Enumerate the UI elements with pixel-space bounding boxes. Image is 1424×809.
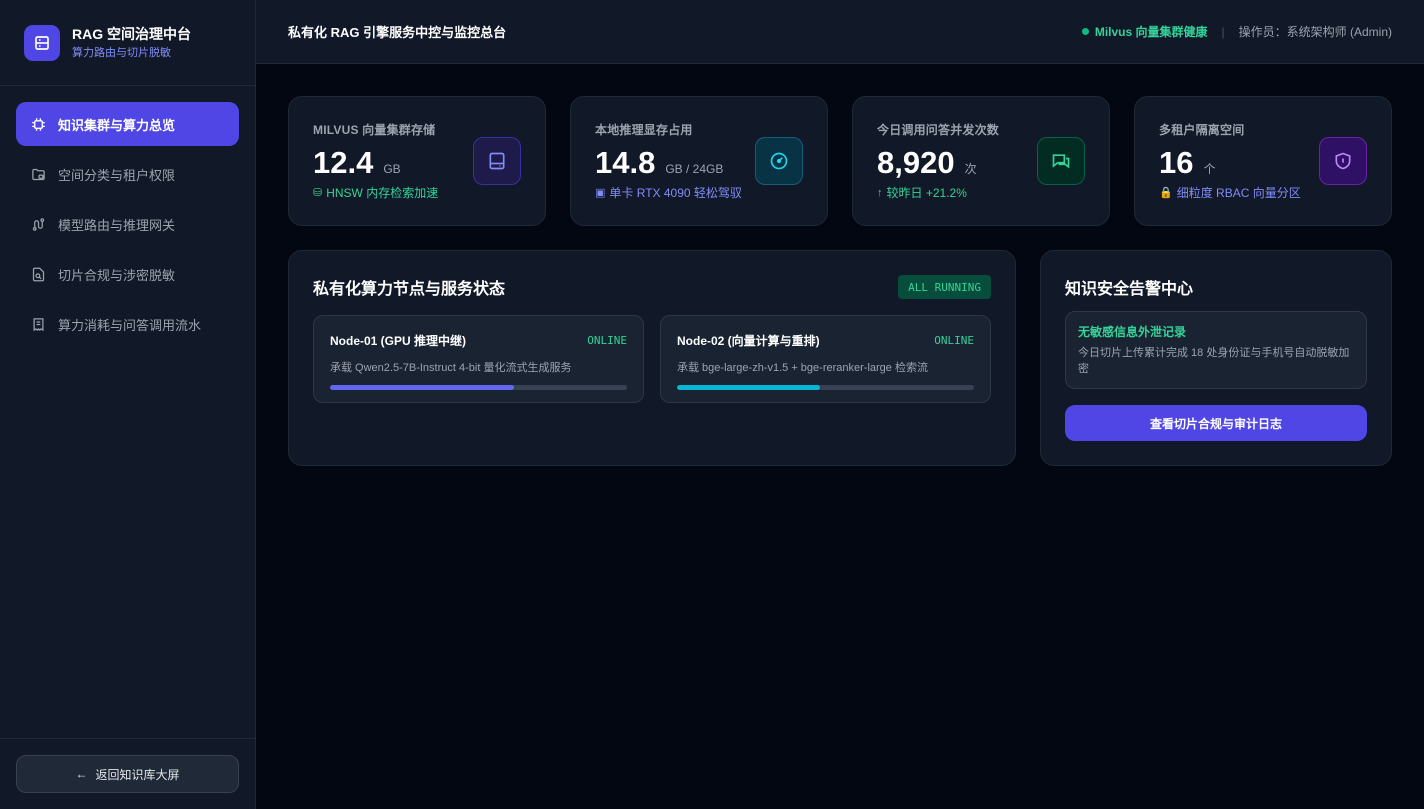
- view-audit-log-button[interactable]: 查看切片合规与审计日志: [1065, 405, 1367, 441]
- stat-value: 16: [1159, 145, 1194, 180]
- lock-icon: 🔒: [1159, 187, 1173, 199]
- stat-note: ⛁ HNSW 内存检索加速: [313, 184, 521, 201]
- stat-note: ▣ 单卡 RTX 4090 轻松驾驭: [595, 184, 803, 201]
- stat-note: ↑ 较昨日 +21.2%: [877, 184, 1085, 201]
- stat-note-text: 单卡 RTX 4090 轻松驾驭: [609, 186, 742, 200]
- stat-unit: 个: [1203, 162, 1216, 176]
- shield-icon: [1319, 137, 1367, 185]
- sidebar: RAG 空间治理中台 算力路由与切片脱敏 知识集群与算力总览 空间分类与租户权限…: [0, 0, 256, 809]
- alert-item: 无敏感信息外泄记录 今日切片上传累计完成 18 处身份证与手机号自动脱敏加密: [1065, 311, 1367, 389]
- node-name: Node-01 (GPU 推理中继): [330, 334, 467, 348]
- stat-note-text: 较昨日 +21.2%: [886, 186, 967, 200]
- header-separator: |: [1221, 24, 1225, 39]
- back-to-dashboard-button[interactable]: ← 返回知识库大屏: [16, 755, 239, 793]
- stat-value: 8,920: [877, 145, 955, 180]
- panel-title: 知识安全告警中心: [1065, 281, 1194, 298]
- sidebar-item-label: 切片合规与涉密脱敏: [58, 267, 176, 283]
- chat-icon: [1037, 137, 1085, 185]
- arrow-left-icon: ←: [75, 767, 88, 781]
- stat-note-text: HNSW 内存检索加速: [326, 186, 439, 200]
- node-status: ONLINE: [934, 334, 974, 347]
- health-dot-icon: [1081, 28, 1089, 35]
- receipt-icon: [30, 316, 46, 332]
- stat-card-milvus-storage: MILVUS 向量集群存储 12.4 GB ⛁ HNSW 内存检索加速: [288, 96, 546, 226]
- stat-label: 多租户隔离空间: [1159, 123, 1245, 137]
- operator-info: 操作员：系统架构师 (Admin): [1238, 25, 1392, 39]
- route-icon: [30, 216, 46, 232]
- sidebar-item-overview[interactable]: 知识集群与算力总览: [16, 102, 239, 146]
- top-bar: 私有化 RAG 引擎服务中控与监控总台 Milvus 向量集群健康 | 操作员：…: [256, 0, 1424, 64]
- alert-title: 无敏感信息外泄记录: [1078, 325, 1187, 339]
- compute-nodes-panel: 私有化算力节点与服务状态 ALL RUNNING Node-01 (GPU 推理…: [288, 250, 1016, 466]
- sidebar-item-label: 知识集群与算力总览: [58, 117, 176, 133]
- stat-note-text: 细粒度 RBAC 向量分区: [1176, 186, 1301, 200]
- stat-unit: 次: [964, 162, 977, 176]
- stat-label: 本地推理显存占用: [595, 123, 693, 137]
- sidebar-nav: 知识集群与算力总览 空间分类与租户权限 模型路由与推理网关 切片合规与涉密脱敏 …: [0, 86, 255, 368]
- file-scan-icon: [30, 266, 46, 282]
- node-status: ONLINE: [587, 334, 627, 347]
- gauge-icon: [755, 137, 803, 185]
- stat-unit: GB: [383, 162, 401, 176]
- brand-title: RAG 空间治理中台: [72, 25, 191, 42]
- stat-value: 14.8: [595, 145, 656, 180]
- stat-label: MILVUS 向量集群存储: [313, 123, 436, 137]
- node-load-fill: [330, 385, 515, 390]
- folder-lock-icon: [30, 166, 46, 182]
- brand-subtitle: 算力路由与切片脱敏: [72, 46, 171, 59]
- stat-card-gpu-memory: 本地推理显存占用 14.8 GB / 24GB ▣ 单卡 RTX 4090 轻松…: [570, 96, 828, 226]
- node-load-bar: [677, 385, 974, 390]
- panel-title: 私有化算力节点与服务状态: [313, 281, 506, 298]
- node-description: 承载 Qwen2.5-7B-Instruct 4-bit 量化流式生成服务: [330, 362, 572, 374]
- brand: RAG 空间治理中台 算力路由与切片脱敏: [0, 0, 255, 86]
- hard-drive-icon: [473, 137, 521, 185]
- sidebar-item-billing[interactable]: 算力消耗与问答调用流水: [16, 302, 239, 346]
- security-alert-panel: 知识安全告警中心 无敏感信息外泄记录 今日切片上传累计完成 18 处身份证与手机…: [1040, 250, 1392, 466]
- status-badge: ALL RUNNING: [898, 275, 991, 299]
- node-card-01[interactable]: Node-01 (GPU 推理中继) ONLINE 承载 Qwen2.5-7B-…: [313, 315, 644, 403]
- alert-description: 今日切片上传累计完成 18 处身份证与手机号自动脱敏加密: [1078, 347, 1350, 375]
- sidebar-item-label: 算力消耗与问答调用流水: [58, 317, 202, 333]
- stat-value: 12.4: [313, 145, 374, 180]
- sidebar-item-routing[interactable]: 模型路由与推理网关: [16, 202, 239, 246]
- node-card-02[interactable]: Node-02 (向量计算与重排) ONLINE 承载 bge-large-zh…: [660, 315, 991, 403]
- stat-card-tenant-spaces: 多租户隔离空间 16 个 🔒 细粒度 RBAC 向量分区: [1134, 96, 1392, 226]
- stat-label: 今日调用问答并发次数: [877, 123, 1000, 137]
- cpu-icon: ▣: [595, 187, 606, 199]
- cluster-health-status: Milvus 向量集群健康: [1094, 25, 1208, 39]
- sidebar-item-label: 模型路由与推理网关: [58, 217, 176, 233]
- page-title: 私有化 RAG 引擎服务中控与监控总台: [288, 25, 507, 40]
- sidebar-item-label: 空间分类与租户权限: [58, 167, 176, 183]
- back-button-label: 返回知识库大屏: [95, 767, 180, 782]
- server-logo-icon: [24, 24, 60, 61]
- stat-note: 🔒 细粒度 RBAC 向量分区: [1159, 184, 1367, 201]
- node-load-fill: [677, 385, 820, 390]
- sidebar-item-compliance[interactable]: 切片合规与涉密脱敏: [16, 252, 239, 296]
- chip-icon: [30, 116, 46, 132]
- sidebar-footer: ← 返回知识库大屏: [0, 738, 255, 809]
- arrow-up-icon: ↑: [877, 186, 883, 199]
- sidebar-item-spaces[interactable]: 空间分类与租户权限: [16, 152, 239, 196]
- node-description: 承载 bge-large-zh-v1.5 + bge-reranker-larg…: [677, 362, 928, 374]
- stat-card-qa-calls: 今日调用问答并发次数 8,920 次 ↑ 较昨日 +21.2%: [852, 96, 1110, 226]
- node-load-bar: [330, 385, 627, 390]
- node-name: Node-02 (向量计算与重排): [677, 334, 820, 348]
- database-icon: ⛁: [313, 187, 323, 199]
- stat-unit: GB / 24GB: [665, 162, 724, 176]
